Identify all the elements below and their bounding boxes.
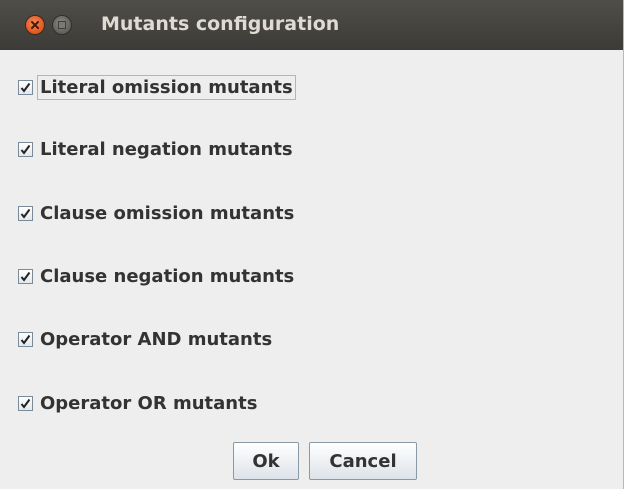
checkmark-icon bbox=[20, 82, 31, 93]
clause-negation-label: Clause negation mutants bbox=[40, 265, 295, 287]
close-button[interactable] bbox=[26, 16, 44, 34]
close-icon bbox=[31, 21, 39, 29]
window-title: Mutants configuration bbox=[101, 13, 340, 35]
minimize-icon bbox=[58, 21, 66, 29]
checkmark-icon bbox=[20, 208, 31, 219]
clause-omission-checkbox[interactable] bbox=[18, 205, 33, 221]
operator-or-label: Operator OR mutants bbox=[40, 392, 258, 414]
option-operator-and[interactable]: Operator AND mutants bbox=[18, 327, 275, 351]
option-clause-omission[interactable]: Clause omission mutants bbox=[18, 201, 297, 225]
literal-omission-checkbox[interactable] bbox=[18, 79, 33, 95]
literal-negation-label: Literal negation mutants bbox=[40, 138, 293, 160]
option-clause-negation[interactable]: Clause negation mutants bbox=[18, 264, 297, 288]
operator-or-checkbox[interactable] bbox=[18, 395, 33, 411]
operator-and-checkbox[interactable] bbox=[18, 331, 33, 347]
title-bar: Mutants configuration bbox=[0, 0, 623, 50]
option-literal-negation[interactable]: Literal negation mutants bbox=[18, 137, 296, 161]
literal-omission-label: Literal omission mutants bbox=[37, 74, 296, 100]
checkmark-icon bbox=[20, 398, 31, 409]
clause-negation-checkbox[interactable] bbox=[18, 268, 33, 284]
cancel-button[interactable]: Cancel bbox=[309, 442, 417, 480]
checkmark-icon bbox=[20, 144, 31, 155]
checkmark-icon bbox=[20, 271, 31, 282]
minimize-button[interactable] bbox=[53, 16, 71, 34]
option-operator-or[interactable]: Operator OR mutants bbox=[18, 391, 260, 415]
clause-omission-label: Clause omission mutants bbox=[40, 202, 295, 224]
option-literal-omission[interactable]: Literal omission mutants bbox=[18, 74, 296, 100]
literal-negation-checkbox[interactable] bbox=[18, 141, 33, 157]
operator-and-label: Operator AND mutants bbox=[40, 328, 273, 350]
ok-button[interactable]: Ok bbox=[233, 442, 299, 480]
checkmark-icon bbox=[20, 334, 31, 345]
mutants-configuration-dialog: Mutants configuration Literal omission m… bbox=[0, 0, 624, 489]
